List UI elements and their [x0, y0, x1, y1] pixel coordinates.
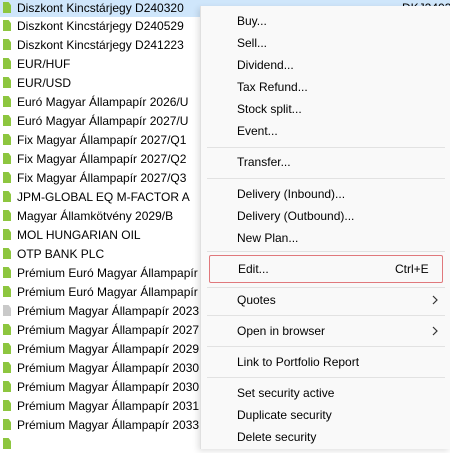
security-name: Prémium Magyar Állampapír 2033 — [17, 417, 200, 432]
security-name: Fix Magyar Állampapír 2027/Q1 — [17, 132, 187, 147]
menu-item-tax-refund[interactable]: Tax Refund... — [201, 76, 450, 98]
menu-item-quotes[interactable]: Quotes — [201, 289, 450, 311]
security-name: Euró Magyar Állampapír 2027/U — [17, 113, 189, 128]
green-doc-icon — [3, 77, 11, 88]
security-name: EUR/HUF — [17, 56, 71, 71]
green-doc-icon — [3, 286, 11, 297]
green-doc-icon — [3, 39, 11, 50]
security-name: Prémium Magyar Állampapír 2023 — [17, 303, 200, 318]
menu-item-set-security-active[interactable]: Set security active — [201, 382, 450, 404]
menu-item-label: Quotes — [237, 293, 276, 307]
green-doc-icon — [3, 2, 11, 13]
menu-separator — [207, 147, 445, 148]
green-doc-icon — [3, 134, 11, 145]
menu-item-delivery-outbound[interactable]: Delivery (Outbound)... — [201, 205, 450, 227]
green-doc-icon — [3, 267, 11, 278]
security-name: Prémium Euró Magyar Állampapír — [17, 284, 198, 299]
menu-item-label: Buy... — [237, 14, 267, 28]
menu-item-buy[interactable]: Buy... — [201, 10, 450, 32]
security-name: Magyar Államkötvény 2029/B — [17, 208, 174, 223]
green-doc-icon — [3, 172, 11, 183]
menu-separator — [207, 377, 445, 378]
menu-item-new-plan[interactable]: New Plan... — [201, 227, 450, 249]
menu-item-stock-split[interactable]: Stock split... — [201, 98, 450, 120]
security-name: Fix Magyar Állampapír 2027/Q2 — [17, 151, 187, 166]
green-doc-icon — [3, 229, 11, 240]
menu-item-delivery-inbound[interactable]: Delivery (Inbound)... — [201, 183, 450, 205]
chevron-right-icon — [429, 292, 441, 308]
chevron-right-icon — [429, 323, 441, 339]
context-menu: Buy... Sell... Dividend... Tax Refund... Sto… — [200, 6, 450, 449]
green-doc-icon — [3, 324, 11, 335]
menu-item-label: Stock split... — [237, 102, 302, 116]
security-name: OTP BANK PLC — [17, 246, 105, 261]
menu-item-label: Delete security — [237, 430, 317, 444]
menu-item-delete-security[interactable]: Delete security — [201, 426, 450, 448]
green-doc-icon — [3, 438, 11, 449]
menu-item-label: Delivery (Inbound)... — [237, 187, 346, 201]
security-name: JPM-GLOBAL EQ M-FACTOR A — [17, 189, 190, 204]
green-doc-icon — [3, 419, 11, 430]
security-name: Fix Magyar Állampapír 2027/Q3 — [17, 170, 187, 185]
menu-item-label: New Plan... — [237, 231, 299, 245]
security-name: Prémium Magyar Állampapír 2030 — [17, 379, 200, 394]
menu-item-shortcut: Ctrl+E — [395, 262, 429, 276]
security-name: Euró Magyar Állampapír 2026/U — [17, 94, 189, 109]
green-doc-icon — [3, 343, 11, 354]
menu-item-label: Transfer... — [237, 155, 291, 169]
menu-item-event[interactable]: Event... — [201, 120, 450, 142]
menu-item-transfer[interactable]: Transfer... — [201, 151, 450, 173]
green-doc-icon — [3, 191, 11, 202]
green-doc-icon — [3, 381, 11, 392]
menu-separator — [207, 251, 445, 252]
green-doc-icon — [3, 362, 11, 373]
menu-item-label: Sell... — [237, 36, 268, 50]
menu-item-label: Dividend... — [237, 58, 294, 72]
menu-item-label: Event... — [237, 124, 278, 138]
security-name: Diszkont Kincstárjegy D240529 — [17, 18, 184, 33]
security-name: Prémium Magyar Állampapír 2030 — [17, 360, 200, 375]
menu-separator — [207, 178, 445, 179]
menu-item-label: Delivery (Outbound)... — [237, 209, 355, 223]
green-doc-icon — [3, 96, 11, 107]
green-doc-icon — [3, 153, 11, 164]
grey-doc-icon — [3, 305, 11, 316]
security-name: EUR/USD — [17, 75, 72, 90]
security-name: Diszkont Kincstárjegy D241223 — [17, 37, 184, 52]
green-doc-icon — [3, 115, 11, 126]
menu-item-open-in-browser[interactable]: Open in browser — [201, 320, 450, 342]
security-name: Prémium Euró Magyar Állampapír — [17, 265, 198, 280]
menu-item-label: Link to Portfolio Report — [237, 355, 360, 369]
menu-item-edit[interactable]: Edit... Ctrl+E — [209, 255, 443, 283]
menu-separator — [207, 346, 445, 347]
green-doc-icon — [3, 58, 11, 69]
menu-item-sell[interactable]: Sell... — [201, 32, 450, 54]
security-name: Prémium Magyar Állampapír 2031 — [17, 398, 200, 413]
security-name: Prémium Magyar Állampapír 2027 — [17, 322, 200, 337]
menu-separator — [207, 287, 445, 288]
green-doc-icon — [3, 20, 11, 31]
menu-item-label: Tax Refund... — [237, 80, 308, 94]
green-doc-icon — [3, 248, 11, 259]
menu-item-duplicate-security[interactable]: Duplicate security — [201, 404, 450, 426]
security-name: Diszkont Kincstárjegy D240320 — [17, 0, 184, 15]
green-doc-icon — [3, 210, 11, 221]
green-doc-icon — [3, 400, 11, 411]
menu-item-label: Duplicate security — [237, 408, 332, 422]
menu-item-label: Edit... — [238, 262, 269, 276]
menu-item-link-to-portfolio-report[interactable]: Link to Portfolio Report — [201, 351, 450, 373]
menu-separator — [207, 315, 445, 316]
menu-item-label: Open in browser — [237, 324, 326, 338]
menu-item-dividend[interactable]: Dividend... — [201, 54, 450, 76]
security-name: Prémium Magyar Állampapír 2029 — [17, 341, 200, 356]
security-name: MOL HUNGARIAN OIL — [17, 227, 141, 242]
menu-item-label: Set security active — [237, 386, 335, 400]
